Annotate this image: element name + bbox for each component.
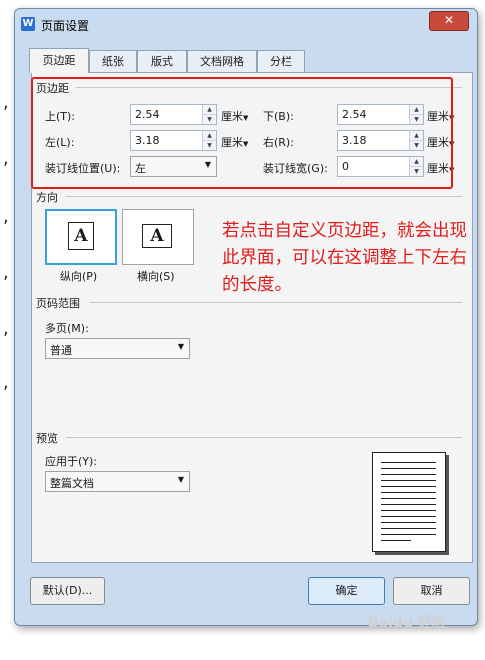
chevron-down-icon: ▼ <box>177 342 184 351</box>
chevron-down-icon: ▼ <box>177 475 184 484</box>
page-preview <box>372 452 446 552</box>
preview-group-title: 预览 <box>36 432 58 445</box>
portrait-label: 纵向(P) <box>60 270 98 283</box>
page-range-divider <box>90 302 462 303</box>
default-button[interactable]: 默认(D)... <box>30 577 105 605</box>
multiple-pages-select[interactable]: 普通 ▼ <box>45 338 190 359</box>
background-comma: , <box>3 262 9 283</box>
tab-layout[interactable]: 版式 <box>137 50 187 72</box>
tab-paper[interactable]: 纸张 <box>89 50 137 72</box>
portrait-option[interactable]: A <box>45 209 117 265</box>
background-comma: , <box>3 206 9 227</box>
background-comma: , <box>3 92 9 113</box>
background-comma: , <box>3 372 9 393</box>
title-bar[interactable]: W 页面设置 ✕ <box>15 9 477 37</box>
apply-to-label: 应用于(Y): <box>45 455 98 468</box>
cancel-button[interactable]: 取消 <box>393 577 470 605</box>
tab-margins[interactable]: 页边距 <box>29 48 89 73</box>
multiple-pages-value: 普通 <box>50 344 72 357</box>
baidu-watermark: Baidu 经验 <box>368 615 446 631</box>
multiple-pages-label: 多页(M): <box>45 322 89 335</box>
ok-button[interactable]: 确定 <box>308 577 385 605</box>
wps-writer-icon: W <box>21 17 35 31</box>
landscape-label: 横向(S) <box>137 270 175 283</box>
landscape-option[interactable]: A <box>122 209 194 265</box>
dialog-title: 页面设置 <box>41 19 90 33</box>
tab-columns[interactable]: 分栏 <box>257 50 305 72</box>
annotation-highlight-box <box>31 77 453 189</box>
orientation-divider <box>66 196 462 197</box>
orientation-group-title: 方向 <box>36 191 58 204</box>
close-button[interactable]: ✕ <box>429 11 469 31</box>
apply-to-value: 整篇文档 <box>50 477 94 490</box>
page-range-group-title: 页码范围 <box>36 297 80 310</box>
background-comma: , <box>3 148 9 169</box>
preview-divider <box>66 437 462 438</box>
background-comma: , <box>3 318 9 339</box>
apply-to-select[interactable]: 整篇文档 ▼ <box>45 471 190 492</box>
annotation-text: 若点击自定义页边距，就会出现此界面，可以在这调整上下左右的长度。 <box>222 221 467 295</box>
portrait-page-icon: A <box>68 222 94 250</box>
landscape-page-icon: A <box>142 224 172 248</box>
tab-document-grid[interactable]: 文档网格 <box>187 50 257 72</box>
